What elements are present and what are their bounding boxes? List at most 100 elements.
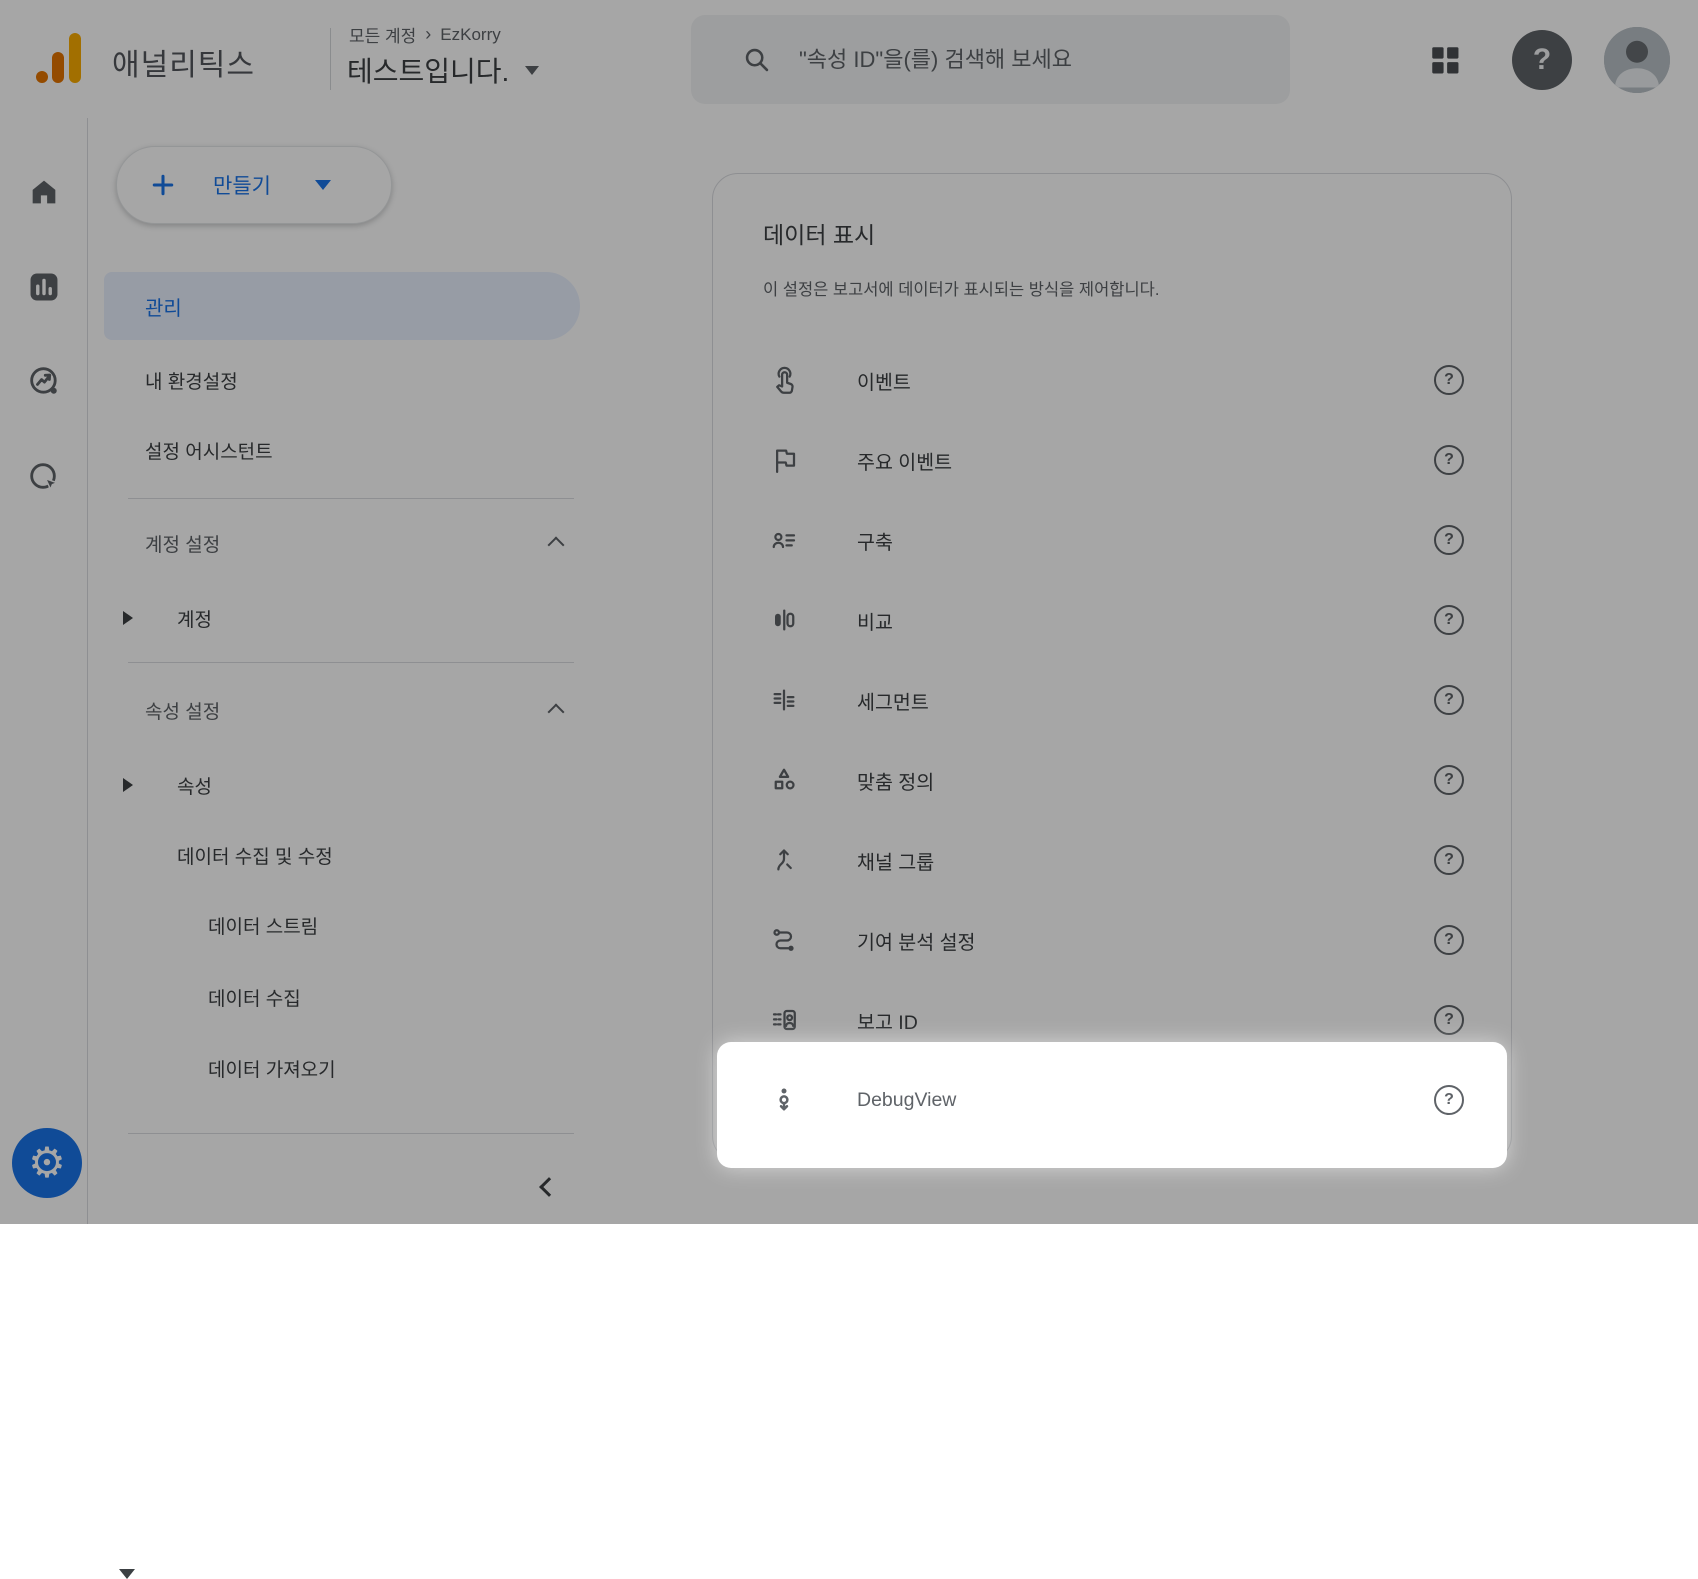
row-debugview[interactable]: DebugView ? — [717, 1060, 1507, 1140]
collapse-nav-button[interactable] — [528, 1169, 564, 1205]
breadcrumb-account[interactable]: EzKorry — [440, 25, 500, 45]
product-name: 애널리틱스 — [112, 40, 255, 84]
nav-item-data-import[interactable]: 데이터 가져오기 — [88, 1050, 620, 1086]
search-bar[interactable] — [691, 15, 1290, 104]
attribution-path-icon — [769, 925, 799, 955]
row-label: DebugView — [857, 1089, 1434, 1112]
nav-section-property-settings[interactable]: 속성 설정 — [88, 692, 620, 728]
question-mark-icon: ? — [1533, 43, 1551, 77]
help-icon[interactable]: ? — [1434, 365, 1464, 395]
row-label: 구축 — [857, 526, 1434, 555]
header-divider — [330, 28, 331, 90]
help-icon[interactable]: ? — [1434, 445, 1464, 475]
nav-item-label: 관리 — [145, 292, 182, 321]
row-comparisons[interactable]: 비교 ? — [713, 580, 1511, 660]
row-key-events[interactable]: 주요 이벤트 ? — [713, 420, 1511, 500]
comparison-icon — [769, 605, 799, 635]
analytics-logo-icon[interactable] — [36, 32, 82, 84]
nav-item-label: 데이터 가져오기 — [208, 1055, 336, 1082]
triangle-right-icon[interactable] — [123, 611, 133, 625]
search-icon — [743, 46, 771, 74]
chevron-left-icon — [539, 1177, 559, 1197]
nav-item-label: 속성 — [177, 772, 212, 799]
help-icon[interactable]: ? — [1434, 1085, 1464, 1115]
debug-route-icon — [769, 1085, 799, 1115]
row-label: 주요 이벤트 — [857, 446, 1434, 475]
nav-section-label: 속성 설정 — [145, 697, 220, 724]
gear-icon: ⚙ — [28, 1142, 66, 1184]
help-icon[interactable]: ? — [1434, 1005, 1464, 1035]
explore-icon[interactable] — [27, 364, 61, 398]
row-label: 채널 그룹 — [857, 846, 1434, 875]
nav-item-setup-assistant[interactable]: 설정 어시스턴트 — [88, 432, 620, 468]
left-rail: ⚙ — [0, 118, 88, 1224]
create-dropdown-caret-icon[interactable] — [315, 180, 331, 190]
shapes-icon — [769, 765, 799, 795]
settings-list: 이벤트 ? 주요 이벤트 ? 구축 ? 비교 — [713, 340, 1511, 1168]
panel-subtitle: 이 설정은 보고서에 데이터가 표시되는 방식을 제어합니다. — [763, 276, 1511, 300]
row-audiences[interactable]: 구축 ? — [713, 500, 1511, 580]
triangle-right-icon[interactable] — [123, 778, 133, 792]
row-label: 이벤트 — [857, 366, 1434, 395]
nav-item-label: 데이터 수집 — [208, 984, 301, 1011]
nav-item-data-streams[interactable]: 데이터 스트림 — [88, 907, 620, 943]
nav-item-data-collection-edit[interactable]: 데이터 수집 및 수정 — [88, 837, 620, 873]
home-icon[interactable] — [27, 175, 61, 209]
app-header: 애널리틱스 모든 계정 › EzKorry 테스트입니다. ? — [0, 0, 1698, 118]
panel-title: 데이터 표시 — [763, 216, 1511, 250]
search-input[interactable] — [799, 47, 1239, 73]
help-icon[interactable]: ? — [1434, 845, 1464, 875]
row-label: 보고 ID — [857, 1006, 1434, 1035]
plus-icon — [149, 171, 177, 199]
row-label: 맞춤 정의 — [857, 766, 1434, 795]
nav-item-label: 계정 — [177, 605, 212, 632]
breadcrumb-chevron-icon: › — [425, 24, 431, 45]
help-icon[interactable]: ? — [1434, 765, 1464, 795]
reports-icon[interactable] — [27, 270, 61, 304]
admin-gear-button[interactable]: ⚙ — [12, 1128, 82, 1198]
help-icon[interactable]: ? — [1434, 525, 1464, 555]
row-label: 기여 분석 설정 — [857, 926, 1434, 955]
row-channel-groups[interactable]: 채널 그룹 ? — [713, 820, 1511, 900]
nav-item-account[interactable]: 계정 — [88, 600, 620, 636]
breadcrumb[interactable]: 모든 계정 › EzKorry — [349, 22, 501, 47]
advertising-icon[interactable] — [27, 460, 61, 494]
data-display-panel: 데이터 표시 이 설정은 보고서에 데이터가 표시되는 방식을 제어합니다. 이… — [712, 173, 1512, 1162]
create-label: 만들기 — [213, 170, 271, 200]
audience-icon — [769, 525, 799, 555]
row-events[interactable]: 이벤트 ? — [713, 340, 1511, 420]
nav-item-my-preferences[interactable]: 내 환경설정 — [88, 362, 620, 398]
nav-item-label: 설정 어시스턴트 — [145, 437, 273, 464]
help-button[interactable]: ? — [1512, 30, 1572, 90]
apps-grid-icon[interactable] — [1428, 43, 1462, 77]
create-button[interactable]: 만들기 — [116, 146, 392, 224]
row-attribution-settings[interactable]: 기여 분석 설정 ? — [713, 900, 1511, 980]
chevron-up-icon[interactable] — [548, 537, 565, 554]
help-icon[interactable]: ? — [1434, 925, 1464, 955]
triangle-down-icon[interactable] — [119, 1569, 135, 1579]
property-name[interactable]: 테스트입니다. — [347, 50, 509, 90]
property-caret-icon — [525, 66, 539, 75]
breadcrumb-all-accounts[interactable]: 모든 계정 — [349, 22, 416, 47]
nav-divider — [128, 662, 574, 663]
avatar[interactable] — [1604, 27, 1670, 93]
help-icon[interactable]: ? — [1434, 605, 1464, 635]
debugview-spotlight: DebugView ? — [717, 1042, 1507, 1168]
row-segments[interactable]: 세그먼트 ? — [713, 660, 1511, 740]
nav-item-data-collection[interactable]: 데이터 수집 — [88, 979, 620, 1015]
nav-divider — [128, 1133, 574, 1134]
channel-route-icon — [769, 845, 799, 875]
nav-item-label: 데이터 스트림 — [208, 912, 318, 939]
property-switcher[interactable]: 테스트입니다. — [347, 50, 539, 90]
row-custom-definitions[interactable]: 맞춤 정의 ? — [713, 740, 1511, 820]
row-label: 비교 — [857, 606, 1434, 635]
nav-item-property[interactable]: 속성 — [88, 767, 620, 803]
nav-section-account-settings[interactable]: 계정 설정 — [88, 525, 620, 561]
chevron-up-icon[interactable] — [548, 704, 565, 721]
nav-divider — [128, 498, 574, 499]
person-icon — [1604, 27, 1670, 93]
touch-event-icon — [769, 365, 799, 395]
nav-item-admin[interactable]: 관리 — [104, 272, 580, 340]
nav-item-label: 데이터 수집 및 수정 — [177, 842, 333, 869]
help-icon[interactable]: ? — [1434, 685, 1464, 715]
